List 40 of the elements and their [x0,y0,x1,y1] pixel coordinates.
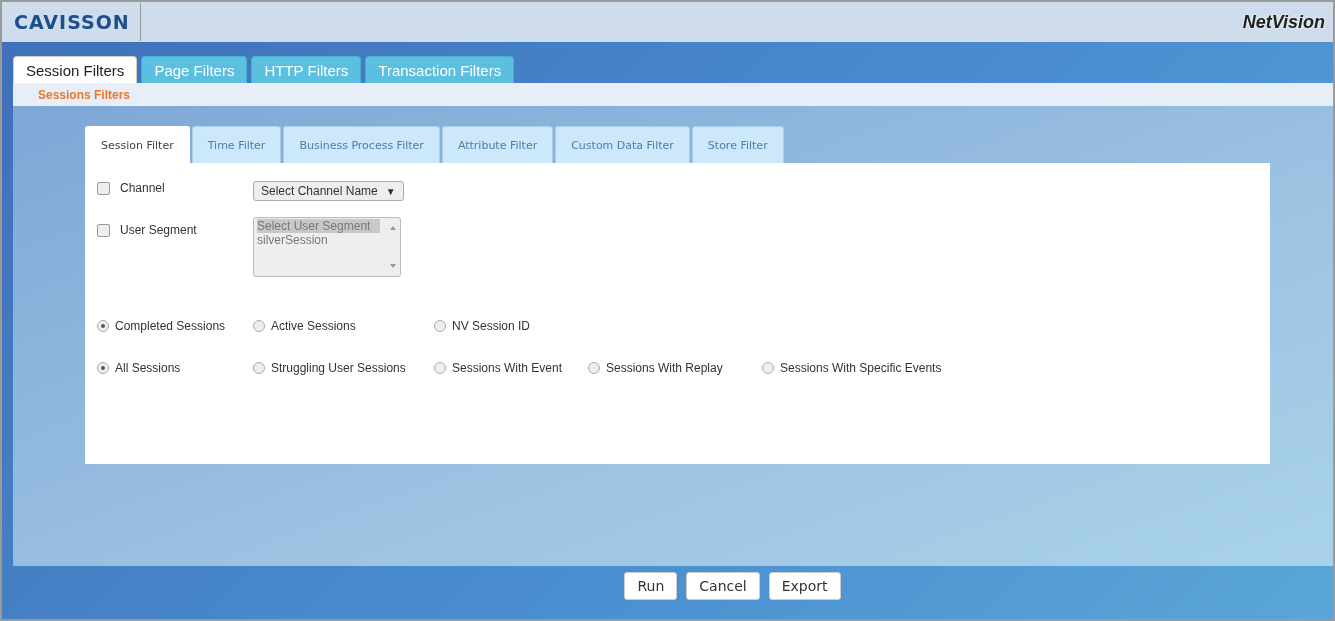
radio-label: Active Sessions [271,319,356,333]
filter-tab[interactable]: Attribute Filter [441,126,554,163]
radio-button[interactable] [762,362,774,374]
cavisson-logo: CAVISSON [2,3,141,41]
main-tab[interactable]: Transaction Filters [365,56,515,83]
radio-button[interactable] [253,362,265,374]
action-button[interactable]: Export [768,572,841,600]
radio-label: All Sessions [115,361,181,375]
checkbox-label: Channel [120,181,165,195]
radio-button[interactable] [97,362,109,374]
main-tab[interactable]: HTTP Filters [251,56,362,83]
checkbox-label: User Segment [120,223,197,237]
radio-label: Struggling User Sessions [271,361,406,375]
radio-button[interactable] [588,362,600,374]
checkbox[interactable] [97,181,110,195]
filter-tab[interactable]: Custom Data Filter [555,126,690,163]
main-tab[interactable]: Session Filters [13,56,138,83]
radio-label: NV Session ID [452,319,531,333]
list-option[interactable]: silverSession [257,233,380,247]
user-segment-listbox[interactable]: Select User Segment silverSession [253,217,401,277]
action-button[interactable]: Cancel [686,572,760,600]
filter-tab[interactable]: Business Process Filter [283,126,440,163]
filter-tab[interactable]: Session Filter [85,126,190,163]
radio-label: Sessions With Replay [606,361,723,375]
radio-label: Completed Sessions [115,319,226,333]
section-title: Sessions Filters [38,87,131,102]
filter-tab[interactable]: Store Filter [691,126,784,163]
main-tab[interactable]: Page Filters [141,56,248,83]
radio-button[interactable] [253,320,265,332]
radio-button[interactable] [97,320,109,332]
product-name: NetVision [1242,11,1326,33]
radio-button[interactable] [434,362,446,374]
radio-label: Sessions With Event [452,361,563,375]
radio-label: Sessions With Specific Events [780,361,942,375]
filter-tab[interactable]: Time Filter [191,126,282,163]
channel-dropdown[interactable]: Select Channel Name ▼ [253,181,404,201]
checkbox[interactable] [97,223,110,237]
list-option[interactable]: Select User Segment [257,219,380,233]
radio-button[interactable] [434,320,446,332]
action-button[interactable]: Run [624,572,678,600]
